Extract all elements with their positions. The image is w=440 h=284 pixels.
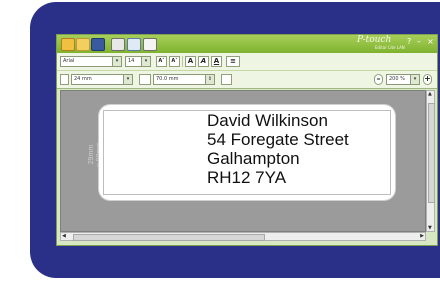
text-tool-icon[interactable]	[111, 38, 125, 51]
zoom-select[interactable]: 200 % ▾	[386, 74, 420, 85]
chevron-down-icon[interactable]: ▾	[112, 57, 121, 66]
horizontal-scrollbar[interactable]: ◀ ▶	[60, 232, 426, 241]
chevron-down-icon[interactable]: ▾	[141, 57, 150, 66]
horizontal-scroll-thumb[interactable]	[73, 234, 265, 241]
help-button[interactable]: ?	[407, 37, 411, 46]
chevron-down-icon[interactable]: ▾	[410, 75, 419, 84]
address-line-name[interactable]: David Wilkinson	[207, 111, 328, 130]
decrease-font-size-icon[interactable]: A˅	[169, 56, 180, 67]
tape-width-value: 24 mm	[74, 76, 92, 82]
align-icon[interactable]: ≡	[226, 56, 240, 67]
address-line-postcode[interactable]: RH12 7YA	[207, 168, 286, 187]
font-select[interactable]: Arial ▾	[60, 56, 122, 67]
tape-toolbar: 24 mm ▾ 70.0 mm ⇕ – 200 % ▾ +	[57, 71, 437, 89]
address-line-street[interactable]: 54 Foregate Street	[207, 130, 349, 149]
open-folder-icon[interactable]	[76, 38, 90, 51]
vertical-scroll-thumb[interactable]	[428, 103, 435, 203]
image-tool-icon[interactable]	[127, 38, 141, 51]
italic-icon[interactable]: A	[198, 56, 209, 67]
font-toolbar: Arial ▾ 14 ▾ A˄ A˅ A A A ≡	[57, 53, 437, 87]
save-icon[interactable]	[91, 38, 105, 51]
zoom-value: 200 %	[389, 76, 405, 82]
label-height-text: 29mm	[88, 144, 95, 165]
app-window: P-touch Editor Lite LAN ? – × Arial ▾ 14…	[56, 34, 438, 246]
label-canvas[interactable]: 29mm x 90mm David Wilkinson 54 Foregate …	[60, 90, 426, 232]
scroll-up-icon[interactable]: ▲	[428, 91, 432, 97]
chevron-down-icon[interactable]: ▾	[123, 75, 132, 84]
app-logo-subtitle: Editor Lite LAN	[375, 45, 405, 50]
tape-length-icon	[139, 74, 151, 85]
font-size-value: 14	[128, 58, 135, 64]
new-icon[interactable]	[61, 38, 75, 51]
zoom-out-icon[interactable]: –	[374, 74, 383, 85]
fit-length-icon[interactable]	[221, 74, 232, 85]
increase-font-size-icon[interactable]: A˄	[156, 56, 167, 67]
app-logo: P-touch	[357, 35, 392, 45]
close-button[interactable]: ×	[427, 37, 434, 46]
font-size-select[interactable]: 14 ▾	[125, 56, 151, 67]
vertical-scrollbar[interactable]: ▲ ▼	[426, 90, 435, 232]
scroll-left-icon[interactable]: ◀	[62, 233, 66, 239]
address-line-town[interactable]: Galhampton	[207, 149, 300, 168]
tape-width-icon	[60, 74, 69, 85]
tape-length-input[interactable]: 70.0 mm ⇕	[153, 74, 215, 85]
font-select-value: Arial	[63, 58, 75, 64]
title-bar: P-touch Editor Lite LAN ? – ×	[57, 35, 437, 53]
toolbar-divider	[182, 56, 183, 67]
bold-icon[interactable]: A	[185, 56, 196, 67]
scroll-right-icon[interactable]: ▶	[420, 233, 424, 239]
tape-width-select[interactable]: 24 mm ▾	[71, 74, 133, 85]
underline-icon[interactable]: A	[211, 56, 222, 67]
scroll-down-icon[interactable]: ▼	[428, 225, 432, 231]
spinner-icon[interactable]: ⇕	[205, 75, 214, 84]
label-preview[interactable]: David Wilkinson 54 Foregate Street Galha…	[99, 105, 395, 200]
minimize-button[interactable]: –	[417, 37, 421, 46]
zoom-in-icon[interactable]: +	[423, 74, 432, 85]
tape-length-value: 70.0 mm	[156, 76, 179, 82]
frame-tool-icon[interactable]	[143, 38, 157, 51]
